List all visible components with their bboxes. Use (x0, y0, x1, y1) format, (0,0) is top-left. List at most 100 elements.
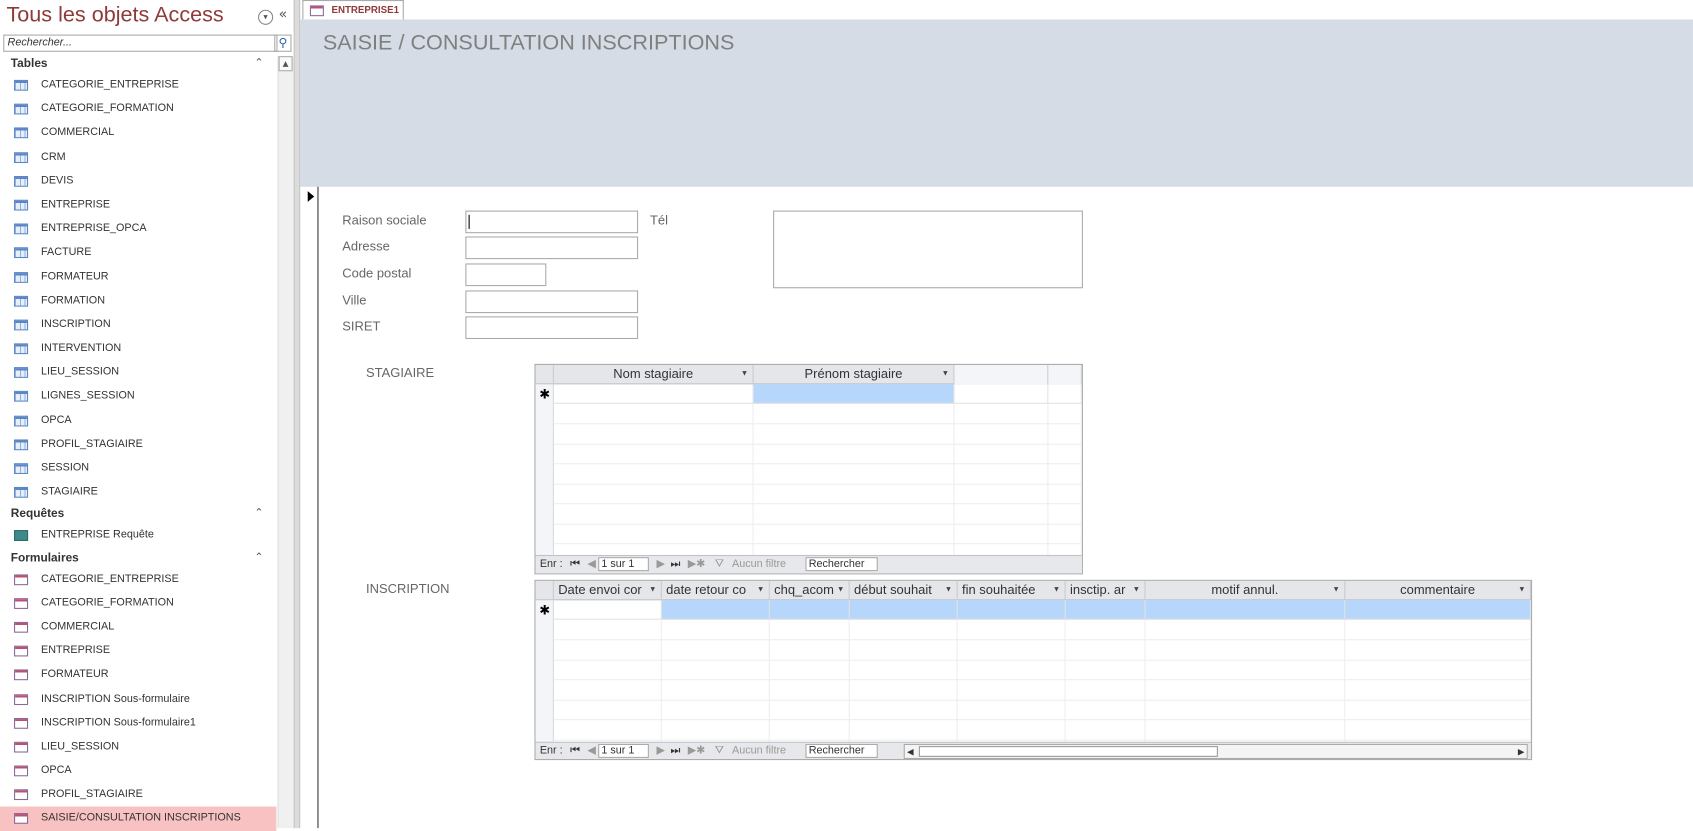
column-header[interactable]: Nom stagiaire ▼ (554, 364, 754, 385)
column-header[interactable]: début souhait ▼ (850, 580, 958, 601)
tel-input[interactable] (773, 210, 1083, 289)
nav-item[interactable]: SAISIE/CONSULTATION INSCRIPTIONS (0, 807, 277, 831)
nav-item[interactable]: CATEGORIE_FORMATION (0, 591, 276, 615)
chevron-down-icon[interactable]: ▼ (942, 365, 949, 383)
nav-pane-title[interactable]: Tous les objets Access (6, 3, 223, 28)
new-record-cell[interactable] (849, 600, 958, 620)
nav-item[interactable]: CATEGORIE_ENTREPRISE (0, 73, 276, 97)
filter-status[interactable]: Aucun filtre (732, 743, 786, 759)
current-record-input[interactable]: 1 sur 1 (598, 743, 649, 758)
next-record-icon[interactable]: ▶ (656, 743, 664, 759)
chevron-down-icon[interactable]: ▾ (258, 9, 274, 25)
nav-group-header[interactable]: Tables ⌃ (0, 54, 276, 73)
scroll-right-icon[interactable]: ▶ (1518, 744, 1525, 759)
scroll-up-icon[interactable]: ▲ (278, 56, 293, 72)
nav-group-header[interactable]: Formulaires ⌃ (0, 548, 276, 567)
nav-item[interactable]: OPCA (0, 759, 276, 783)
filter-icon[interactable]: ⛛ (715, 556, 724, 572)
new-record-cell[interactable] (769, 600, 850, 620)
nav-item[interactable]: FACTURE (0, 241, 276, 265)
tab-entreprise1[interactable]: ENTREPRISE1 (302, 0, 404, 20)
new-record-cell[interactable] (957, 600, 1066, 620)
chevron-down-icon[interactable]: ▼ (1518, 581, 1525, 599)
collapse-group-icon[interactable]: ⌃ (254, 505, 263, 524)
nav-item[interactable]: SESSION (0, 457, 276, 481)
nav-item[interactable]: CRM (0, 145, 276, 169)
column-header[interactable]: fin souhaitée ▼ (958, 580, 1066, 601)
chevron-down-icon[interactable]: ▼ (1053, 581, 1060, 599)
nav-item[interactable]: ENTREPRISE (0, 193, 276, 217)
select-all-corner[interactable] (536, 580, 554, 601)
adresse-input[interactable] (465, 236, 639, 260)
nav-item[interactable]: CATEGORIE_FORMATION (0, 97, 276, 121)
next-record-icon[interactable]: ▶ (656, 556, 664, 572)
nav-item[interactable]: LIGNES_SESSION (0, 385, 276, 409)
select-all-corner[interactable] (536, 364, 554, 385)
search-icon[interactable]: ⚲ (274, 34, 292, 52)
row-selector-column[interactable] (535, 384, 554, 555)
datasheet-search-input[interactable]: Rechercher (805, 557, 878, 572)
nav-item[interactable]: PROFIL_STAGIAIRE (0, 783, 276, 807)
code-postal-input[interactable] (465, 263, 547, 287)
nav-item[interactable]: FORMATEUR (0, 663, 276, 687)
collapse-group-icon[interactable]: ⌃ (254, 548, 263, 567)
last-record-icon[interactable]: ⏭ (670, 743, 680, 759)
column-header[interactable]: date retour co ▼ (662, 580, 770, 601)
chevron-down-icon[interactable]: ▼ (1332, 581, 1339, 599)
first-record-icon[interactable]: ⏮ (570, 556, 580, 572)
nav-item[interactable]: ENTREPRISE_OPCA (0, 217, 276, 241)
nav-item[interactable]: INTERVENTION (0, 337, 276, 361)
nav-item[interactable]: INSCRIPTION Sous-formulaire1 (0, 711, 276, 735)
column-header[interactable]: commentaire ▼ (1345, 580, 1532, 601)
nav-item[interactable]: CATEGORIE_ENTREPRISE (0, 567, 276, 591)
chevron-down-icon[interactable]: ▼ (1133, 581, 1140, 599)
nav-search-input[interactable]: Rechercher... (3, 34, 278, 52)
nav-item[interactable]: OPCA (0, 409, 276, 433)
column-header[interactable]: insctip. ar ▼ (1066, 580, 1146, 601)
scrollbar-thumb[interactable] (918, 746, 1218, 757)
last-record-icon[interactable]: ⏭ (670, 556, 680, 572)
new-record-cell[interactable] (1345, 600, 1532, 620)
nav-scrollbar[interactable]: ▲ (277, 56, 294, 829)
nav-item[interactable]: PROFIL_STAGIAIRE (0, 433, 276, 457)
new-record-nav-icon[interactable]: ▶✱ (688, 556, 705, 572)
column-header[interactable]: Prénom stagiaire ▼ (754, 364, 955, 385)
filter-icon[interactable]: ⛛ (715, 743, 724, 759)
nav-item[interactable]: LIEU_SESSION (0, 361, 276, 385)
new-record-cell[interactable] (553, 600, 662, 620)
first-record-icon[interactable]: ⏮ (570, 743, 580, 759)
nav-item[interactable]: STAGIAIRE (0, 481, 276, 505)
chevron-down-icon[interactable]: ▼ (741, 365, 748, 383)
previous-record-icon[interactable]: ◀ (587, 743, 595, 759)
nav-item[interactable]: ENTREPRISE Requête (0, 524, 276, 548)
row-selector-column[interactable] (535, 600, 554, 742)
new-record-cell[interactable] (753, 384, 955, 404)
horizontal-scrollbar[interactable]: ◀ ▶ (903, 743, 1528, 760)
nav-item[interactable]: INSCRIPTION Sous-formulaire (0, 687, 276, 711)
current-record-input[interactable]: 1 sur 1 (598, 557, 649, 572)
nav-group-header[interactable]: Requêtes ⌃ (0, 505, 276, 524)
nav-item[interactable]: INSCRIPTION (0, 313, 276, 337)
column-header[interactable]: chq_acom ▼ (770, 580, 850, 601)
siret-input[interactable] (465, 316, 639, 340)
nav-item[interactable]: COMMERCIAL (0, 615, 276, 639)
nav-item[interactable]: LIEU_SESSION (0, 735, 276, 759)
collapse-pane-icon[interactable]: « (279, 6, 288, 22)
ville-input[interactable] (465, 290, 639, 314)
filter-status[interactable]: Aucun filtre (732, 556, 786, 572)
new-record-cell[interactable] (1145, 600, 1346, 620)
nav-item[interactable]: COMMERCIAL (0, 121, 276, 145)
raison-sociale-input[interactable] (465, 210, 639, 234)
nav-item[interactable]: DEVIS (0, 169, 276, 193)
nav-item[interactable]: ENTREPRISE (0, 639, 276, 663)
datasheet-search-input[interactable]: Rechercher (805, 743, 878, 758)
record-selector[interactable] (300, 186, 319, 829)
column-header[interactable]: Date envoi cor ▼ (554, 580, 662, 601)
column-header[interactable]: motif annul. ▼ (1146, 580, 1346, 601)
nav-item[interactable]: FORMATION (0, 289, 276, 313)
chevron-down-icon[interactable]: ▼ (649, 581, 656, 599)
new-record-cell[interactable] (1065, 600, 1146, 620)
chevron-down-icon[interactable]: ▼ (945, 581, 952, 599)
chevron-down-icon[interactable]: ▼ (837, 581, 844, 599)
previous-record-icon[interactable]: ◀ (587, 556, 595, 572)
